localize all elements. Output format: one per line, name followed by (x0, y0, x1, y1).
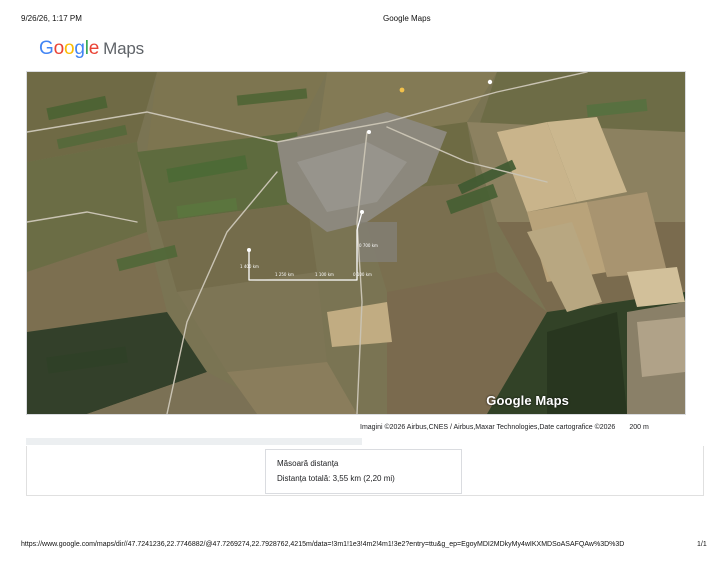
map-watermark: Google Maps (486, 393, 569, 408)
measure-distance-card[interactable]: Măsoară distanța Distanța totală: 3,55 k… (265, 449, 462, 494)
total-distance: Distanța totală: 3,55 km (2,20 mi) (277, 474, 395, 483)
measure-distance-title: Măsoară distanța (277, 459, 339, 468)
print-datetime: 9/26/26, 1:17 PM (21, 14, 82, 23)
segment-label-2: 1 250 km (275, 272, 294, 277)
print-page-title: Google Maps (383, 14, 431, 23)
route-start-point[interactable] (247, 248, 251, 252)
imagery-attribution: Imagini ©2026 Airbus,CNES / Airbus,Maxar… (360, 424, 616, 431)
segment-label-3: 1 100 km (315, 272, 334, 277)
google-letter: o (53, 38, 65, 59)
google-wordmark: Google (39, 39, 99, 59)
google-letter: g (74, 38, 85, 59)
segment-label-5: 0 100 km (353, 272, 372, 277)
maps-wordmark: Maps (103, 39, 144, 58)
panel-divider-bar (26, 438, 362, 445)
satellite-map[interactable]: 1 400 km 1 250 km 1 100 km 0 700 km 0 10… (26, 71, 686, 415)
route-end-point[interactable] (360, 210, 364, 214)
satellite-map-imagery: 1 400 km 1 250 km 1 100 km 0 700 km 0 10… (27, 72, 685, 414)
map-attribution-row: Imagini ©2026 Airbus,CNES / Airbus,Maxar… (360, 424, 649, 431)
scale-label: 200 m (629, 424, 649, 431)
print-footer-url: https://www.google.com/maps/dir//47.7241… (21, 541, 625, 548)
google-letter: e (88, 38, 100, 59)
segment-label-4: 0 700 km (359, 243, 378, 248)
print-page-number: 1/1 (697, 541, 707, 548)
segment-label-1: 1 400 km (240, 264, 259, 269)
google-maps-logo[interactable]: Google Maps (39, 39, 144, 59)
google-letter: o (63, 38, 75, 59)
google-letter: G (39, 38, 54, 59)
scale-bar: 200 m (629, 424, 648, 431)
